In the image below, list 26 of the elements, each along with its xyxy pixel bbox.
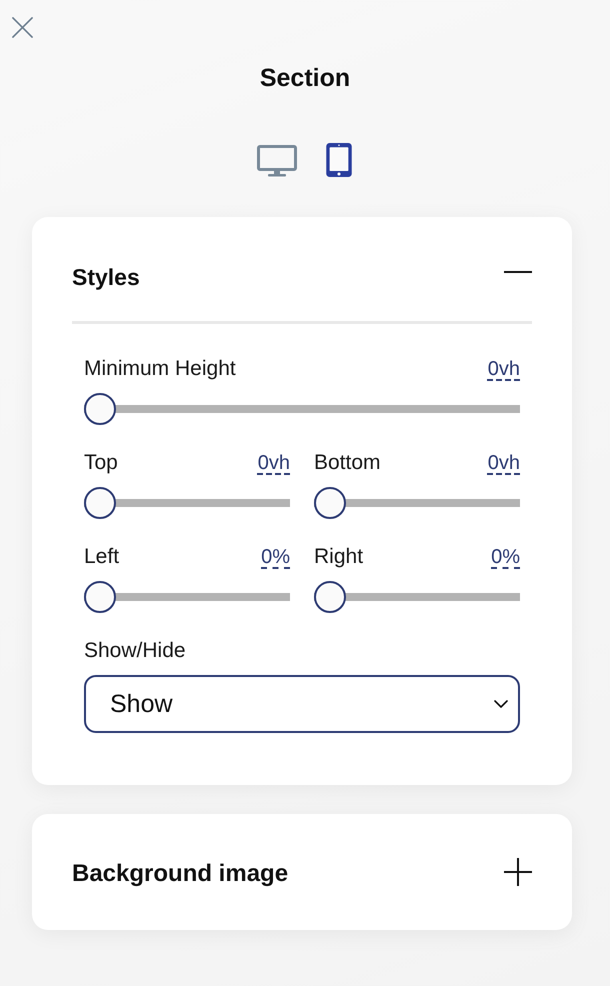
slider-label: Left: [84, 545, 120, 569]
slider-label: Bottom: [314, 451, 381, 475]
slider-label: Minimum Height: [84, 357, 236, 381]
slider-thumb[interactable]: [314, 581, 346, 613]
chevron-down-icon: [494, 700, 508, 708]
slider-thumb[interactable]: [84, 581, 116, 613]
slider-label: Right: [314, 545, 364, 569]
slider-thumb[interactable]: [84, 393, 116, 425]
section-title[interactable]: Background image: [72, 860, 288, 888]
expand-icon[interactable]: [504, 858, 532, 886]
slider-thumb[interactable]: [84, 487, 116, 519]
desktop-icon[interactable]: [256, 145, 296, 177]
select-label: Show/Hide: [84, 639, 186, 663]
slider-value[interactable]: 0vh: [488, 357, 520, 381]
section-title[interactable]: Styles: [72, 264, 140, 290]
tablet-icon[interactable]: [324, 143, 354, 177]
slider-thumb[interactable]: [314, 487, 346, 519]
slider-value[interactable]: 0%: [261, 545, 290, 569]
slider-value[interactable]: 0%: [491, 545, 520, 569]
collapse-icon[interactable]: [504, 270, 532, 274]
close-icon[interactable]: [12, 17, 33, 38]
slider-label: Top: [84, 451, 118, 475]
slider-value[interactable]: 0vh: [488, 451, 520, 475]
show-hide-select[interactable]: Show: [84, 675, 520, 733]
slider-value[interactable]: 0vh: [258, 451, 290, 475]
panel-title: Section: [258, 63, 352, 93]
